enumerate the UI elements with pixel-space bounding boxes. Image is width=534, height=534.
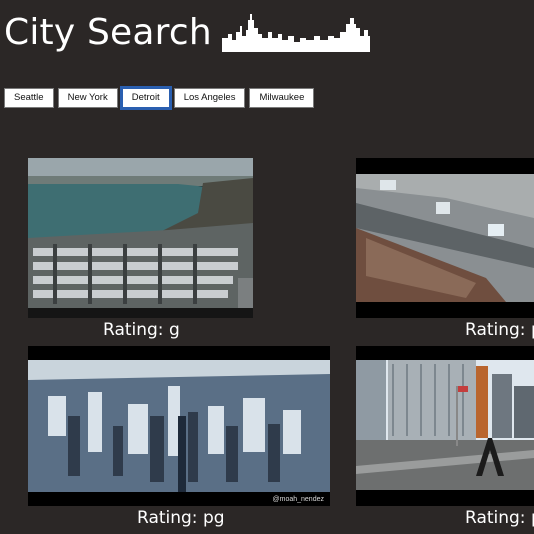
result-card[interactable]: Rating: g [28,158,253,348]
rating-label: Rating: pg [465,320,534,340]
tab-los-angeles[interactable]: Los Angeles [173,88,246,108]
tab-milwaukee[interactable]: Milwaukee [249,88,315,108]
result-card[interactable]: @moah_nendez Rating: pg [28,346,330,534]
rating-label: Rating: pg [465,508,534,528]
rooftop-overhead-image [356,158,534,318]
header: City Search [4,8,370,58]
page: City Search Seattle New York Detroit Los… [0,0,534,534]
video-thumbnail[interactable] [356,158,534,318]
tab-detroit[interactable]: Detroit [119,86,172,110]
downtown-aerial-image [28,346,330,506]
tab-seattle[interactable]: Seattle [4,88,54,108]
plaza-street-image [356,346,534,506]
city-skyline-icon [221,14,370,52]
rating-label: Rating: g [103,320,180,340]
watermark-text: @moah_nendez [272,496,324,503]
video-thumbnail[interactable] [356,346,534,506]
video-thumbnail[interactable] [28,158,253,318]
video-thumbnail[interactable]: @moah_nendez [28,346,330,506]
rating-label: Rating: pg [137,508,225,528]
result-card[interactable]: Rating: pg [356,346,534,534]
page-title: City Search [4,12,212,53]
city-tabs: Seattle New York Detroit Los Angeles Mil… [4,86,315,110]
river-aerial-image [28,158,253,318]
result-card[interactable]: Rating: pg [356,158,534,348]
tab-new-york[interactable]: New York [57,88,118,108]
